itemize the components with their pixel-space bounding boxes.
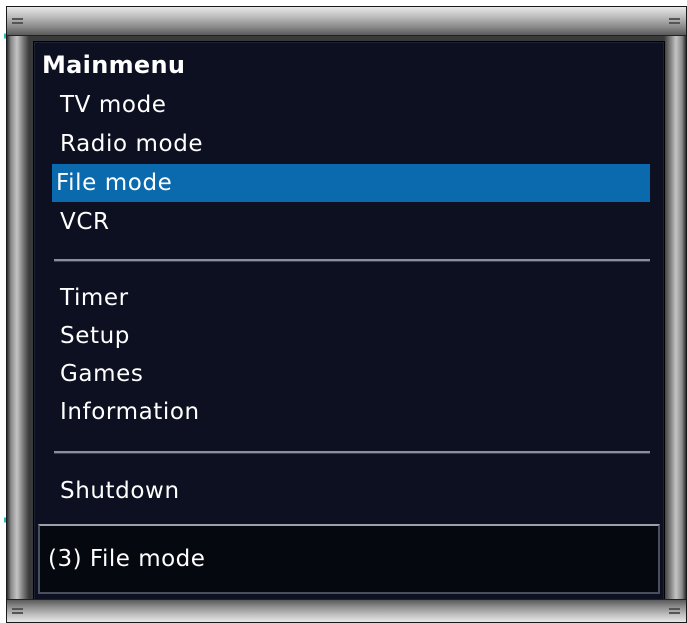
menu-separator: [54, 451, 650, 454]
menu-item-tv-mode[interactable]: TV mode: [54, 86, 650, 124]
grip-left-icon: [12, 18, 23, 24]
window-title-bar[interactable]: [7, 7, 686, 36]
menu-item-shutdown[interactable]: Shutdown: [54, 472, 650, 510]
menu-item-vcr[interactable]: VCR: [54, 203, 650, 241]
window-bottom-bar: [7, 599, 686, 622]
main-menu-panel: Mainmenu TV mode Radio mode File mode VC…: [33, 41, 665, 602]
grip-right-icon: [669, 608, 680, 614]
menu-item-games[interactable]: Games: [54, 355, 650, 393]
menu-item-timer[interactable]: Timer: [54, 279, 650, 317]
menu-title: Mainmenu: [42, 51, 186, 79]
grip-left-icon: [12, 608, 23, 614]
status-bar: (3) File mode: [38, 524, 660, 594]
menu-separator: [54, 259, 650, 262]
window-frame: Mainmenu TV mode Radio mode File mode VC…: [6, 6, 687, 623]
menu-item-setup[interactable]: Setup: [54, 317, 650, 355]
menu-item-information[interactable]: Information: [54, 393, 650, 431]
grip-right-icon: [669, 18, 680, 24]
menu-item-radio-mode[interactable]: Radio mode: [54, 125, 650, 163]
menu-item-file-mode[interactable]: File mode: [52, 164, 650, 202]
